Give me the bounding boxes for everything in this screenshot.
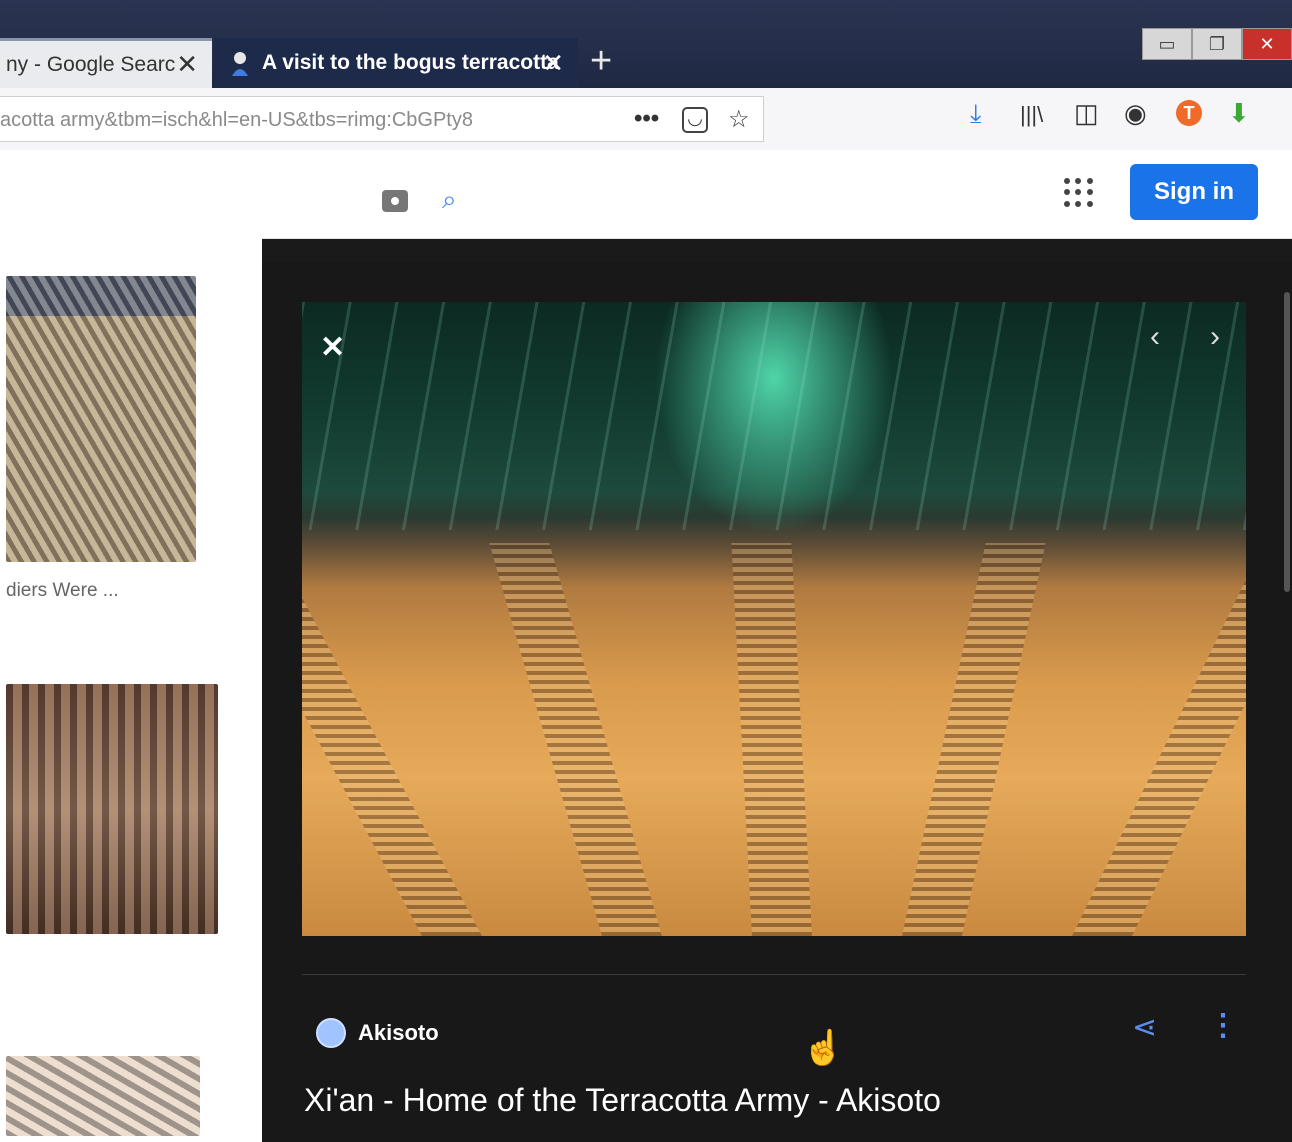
close-window-button[interactable]: ✕ [1242,28,1292,60]
result-thumbnail[interactable] [6,276,196,562]
close-viewer-icon[interactable]: ✕ [320,330,345,365]
restore-button[interactable]: ❐ [1192,28,1242,60]
search-header: ⌕ Sign in [0,150,1292,239]
extension-download-icon[interactable]: ⬇ [1228,98,1250,129]
image-detail [489,542,662,936]
image-detail [1072,542,1246,936]
page-actions-icon[interactable]: ••• [634,105,659,133]
image-detail [302,542,482,936]
address-bar[interactable]: acotta army&tbm=isch&hl=en-US&tbs=rimg:C… [0,96,764,142]
search-icon[interactable]: ⌕ [442,184,457,216]
tab-title: ny - Google Searc [6,52,176,76]
source-site-link[interactable]: Akisoto [358,1020,439,1046]
preview-image[interactable]: ✕ ‹ › [302,302,1246,936]
image-detail [902,542,1046,936]
tab-google-search[interactable]: ny - Google Searc ✕ [0,38,212,88]
globe-icon [316,1018,346,1048]
new-tab-button[interactable]: + [590,40,612,83]
tab-terracotta-article[interactable]: A visit to the bogus terracotta ✕ [214,38,578,88]
image-results-column: diers Were ... [0,238,262,1142]
url-text[interactable]: acotta army&tbm=isch&hl=en-US&tbs=rimg:C… [0,109,580,132]
minimize-button[interactable]: ▭ [1142,28,1192,60]
hand-cursor-icon: ☝ [802,1029,845,1067]
next-image-icon[interactable]: › [1210,320,1220,354]
extension-t-icon[interactable]: T [1176,100,1202,126]
account-icon[interactable]: ◉ [1124,98,1147,129]
previous-image-icon[interactable]: ‹ [1150,320,1160,354]
tab-close-icon[interactable]: ✕ [176,49,198,80]
sidebar-icon[interactable]: ◫ [1074,98,1099,129]
viewer-scrollbar[interactable] [1284,292,1290,592]
image-detail [302,302,1246,531]
image-title-link[interactable]: Xi'an - Home of the Terracotta Army - Ak… [304,1082,941,1119]
bookmark-star-icon[interactable]: ☆ [728,105,750,134]
image-detail [731,542,812,936]
library-icon[interactable]: |||\ [1020,102,1043,128]
camera-icon[interactable] [382,190,408,212]
result-thumbnail[interactable] [6,684,218,934]
apps-grid-icon[interactable] [1064,178,1094,208]
result-caption[interactable]: diers Were ... [6,580,119,602]
tab-bar: ny - Google Searc ✕ A visit to the bogus… [0,0,1292,88]
pocket-icon[interactable]: ◡ [682,107,708,133]
more-options-icon[interactable]: ⋮ [1208,1008,1238,1043]
download-icon[interactable]: ⤓ [970,98,982,130]
result-thumbnail[interactable] [6,1056,200,1136]
divider [302,974,1246,975]
share-icon[interactable]: ⋖ [1132,1010,1157,1045]
person-favicon-icon [232,52,248,76]
tab-close-icon[interactable]: ✕ [542,48,564,79]
window-controls: ▭ ❐ ✕ [1142,28,1292,60]
tab-title: A visit to the bogus terracotta [262,51,559,74]
sign-in-button[interactable]: Sign in [1130,164,1258,220]
image-viewer-panel: ✕ ‹ › Akisoto ⋖ ⋮ Xi'an - Home of the Te… [262,262,1292,1142]
